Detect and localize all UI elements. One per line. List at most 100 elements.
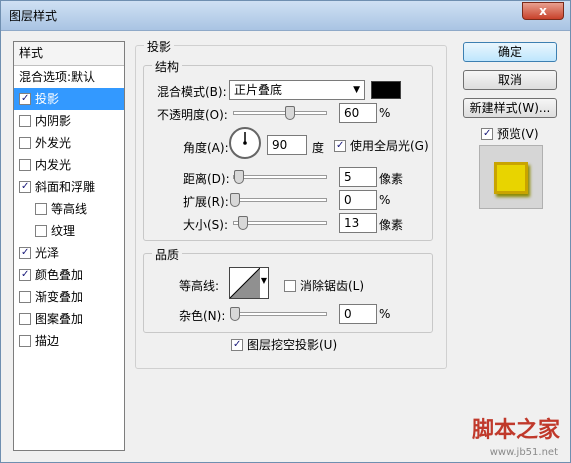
style-item-checkbox[interactable] (19, 291, 31, 303)
style-item-checkbox[interactable] (19, 335, 31, 347)
style-item-checkbox[interactable] (19, 115, 31, 127)
spread-slider-thumb[interactable] (230, 193, 240, 207)
style-item[interactable]: 颜色叠加 (14, 264, 124, 286)
knockout-checkbox[interactable] (231, 339, 243, 351)
distance-input[interactable]: 5 (339, 167, 377, 187)
style-item[interactable]: 图案叠加 (14, 308, 124, 330)
style-item-label: 内阴影 (35, 114, 72, 128)
anti-alias-option[interactable]: 消除锯齿(L) (284, 277, 364, 294)
blend-mode-label: 混合模式(B): (157, 85, 227, 99)
preview-option[interactable]: 预览(V) (481, 125, 539, 142)
style-item[interactable]: 描边 (14, 330, 124, 352)
style-item[interactable]: 等高线 (14, 198, 124, 220)
anti-alias-checkbox[interactable] (284, 280, 296, 292)
layer-style-dialog: 图层样式 x 样式 混合选项:默认 投影内阴影外发光内发光斜面和浮雕等高线纹理光… (0, 0, 571, 463)
structure-title: 结构 (152, 58, 183, 75)
style-item[interactable]: 渐变叠加 (14, 286, 124, 308)
anti-alias-label: 消除锯齿(L) (300, 279, 365, 293)
knockout-option[interactable]: 图层挖空投影(U) (231, 336, 337, 353)
style-item-label: 投影 (35, 92, 60, 106)
distance-unit: 像素 (379, 172, 404, 186)
size-label: 大小(S): (183, 218, 229, 232)
style-item[interactable]: 纹理 (14, 220, 124, 242)
close-button[interactable]: x (522, 2, 564, 20)
style-item-checkbox[interactable] (19, 93, 31, 105)
style-item[interactable]: 内发光 (14, 154, 124, 176)
style-item-label: 内发光 (35, 158, 72, 172)
style-item-checkbox[interactable] (19, 159, 31, 171)
global-light-option[interactable]: 使用全局光(G) (334, 137, 429, 154)
title-bar: 图层样式 x (1, 1, 570, 31)
style-item-checkbox[interactable] (35, 225, 47, 237)
knockout-label: 图层挖空投影(U) (247, 338, 338, 352)
chevron-down-icon: ▼ (353, 85, 360, 95)
distance-slider[interactable] (233, 170, 327, 184)
blend-mode-value: 正片叠底 (234, 83, 283, 97)
opacity-slider-thumb[interactable] (285, 106, 296, 120)
drop-shadow-title: 投影 (144, 38, 175, 55)
style-item-label: 等高线 (51, 202, 88, 216)
cancel-button[interactable]: 取消 (463, 70, 557, 90)
angle-dial[interactable] (229, 127, 261, 159)
contour-picker[interactable]: ▼ (229, 267, 269, 299)
style-item-label: 渐变叠加 (35, 290, 84, 304)
style-item-label: 外发光 (35, 136, 72, 150)
angle-input[interactable]: 90 (267, 135, 307, 155)
noise-input[interactable]: 0 (339, 304, 377, 324)
style-item-label: 斜面和浮雕 (35, 180, 96, 194)
style-item-label: 图案叠加 (35, 312, 84, 326)
opacity-slider[interactable] (233, 106, 327, 120)
global-light-label: 使用全局光(G) (350, 139, 429, 153)
noise-unit: % (379, 307, 391, 321)
style-item-label: 光泽 (35, 246, 60, 260)
spread-unit: % (379, 193, 391, 207)
preview-checkbox[interactable] (481, 128, 493, 140)
opacity-unit: % (379, 106, 391, 120)
style-item-checkbox[interactable] (19, 181, 31, 193)
style-item[interactable]: 光泽 (14, 242, 124, 264)
noise-slider-thumb[interactable] (230, 307, 240, 321)
blend-mode-select[interactable]: 正片叠底 ▼ (229, 80, 365, 100)
opacity-label: 不透明度(O): (157, 108, 228, 122)
style-item-checkbox[interactable] (19, 313, 31, 325)
size-slider[interactable] (233, 216, 327, 230)
quality-title: 品质 (152, 246, 183, 263)
contour-label: 等高线: (179, 279, 220, 293)
angle-label: 角度(A): (183, 141, 229, 155)
styles-header[interactable]: 样式 (14, 42, 124, 66)
style-item[interactable]: 斜面和浮雕 (14, 176, 124, 198)
style-item-checkbox[interactable] (19, 269, 31, 281)
size-unit: 像素 (379, 218, 404, 232)
spread-label: 扩展(R): (183, 195, 229, 209)
watermark-text: 脚本之家 (471, 418, 560, 443)
style-item[interactable]: 投影 (14, 88, 124, 110)
style-item-label: 纹理 (51, 224, 76, 238)
shadow-color-swatch[interactable] (371, 81, 401, 99)
contour-preview-icon (230, 268, 260, 298)
watermark-url: www.jb51.net (489, 447, 558, 458)
style-item-checkbox[interactable] (35, 203, 47, 215)
preview-label: 预览(V) (497, 127, 539, 141)
style-item[interactable]: 内阴影 (14, 110, 124, 132)
global-light-checkbox[interactable] (334, 140, 346, 152)
style-item-checkbox[interactable] (19, 137, 31, 149)
style-item-checkbox[interactable] (19, 247, 31, 259)
angle-dial-needle (243, 132, 247, 145)
distance-slider-thumb[interactable] (234, 170, 244, 184)
spread-slider[interactable] (230, 193, 327, 207)
noise-slider[interactable] (230, 307, 327, 321)
style-item[interactable]: 外发光 (14, 132, 124, 154)
spread-input[interactable]: 0 (339, 190, 377, 210)
window-title: 图层样式 (9, 9, 58, 23)
ok-button[interactable]: 确定 (463, 42, 557, 62)
size-input[interactable]: 13 (339, 213, 377, 233)
style-item-label: 描边 (35, 334, 60, 348)
style-preview (479, 145, 543, 209)
style-item-label: 颜色叠加 (35, 268, 84, 282)
blending-options-item[interactable]: 混合选项:默认 (14, 66, 124, 88)
contour-dropdown-icon[interactable]: ▼ (261, 276, 267, 285)
size-slider-thumb[interactable] (238, 216, 248, 230)
opacity-input[interactable]: 60 (339, 103, 377, 123)
preview-swatch (494, 162, 528, 194)
new-style-button[interactable]: 新建样式(W)... (463, 98, 557, 118)
